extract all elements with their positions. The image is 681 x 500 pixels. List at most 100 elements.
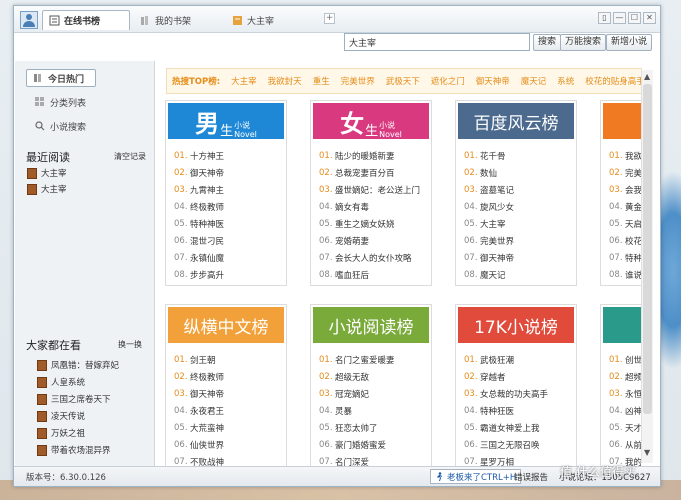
rank-item[interactable]: 01. 花千骨 [464,147,572,164]
rank-item[interactable]: 02. 超级无敌 [319,368,427,385]
popular-book[interactable]: 万妖之祖 [37,427,85,439]
rank-item[interactable]: 04. 凶神 [609,402,641,419]
rank-item[interactable]: 01. 十方神王 [174,147,282,164]
rank-item[interactable]: 08. 步步高升 [174,266,282,283]
rank-item[interactable]: 06. 三国之无限召唤 [464,436,572,453]
rank-item[interactable]: 04. 终极教师 [174,198,282,215]
scroll-up-icon[interactable]: ▲ [644,72,650,81]
maximize-button[interactable]: ☐ [628,12,641,24]
rank-item[interactable]: 08. 嗜血狂后 [319,266,427,283]
rank-item[interactable]: 03. 永恒 [609,385,641,402]
minimize-button[interactable]: — [613,12,626,24]
refresh-popular-link[interactable]: 换一换 [118,339,142,350]
rank-item[interactable]: 03. 盗墓笔记 [464,181,572,198]
rank-item[interactable]: 06. 校花 [609,232,641,249]
tab-my-shelf[interactable]: 我的书架 [134,10,197,30]
scroll-thumb[interactable] [643,84,652,414]
card-header[interactable]: 纵横中文榜 [168,307,284,343]
recent-book[interactable]: 大主宰 [27,183,67,195]
rank-item[interactable]: 06. 豪门婚婚蜜爱 [319,436,427,453]
search-input[interactable]: 大主宰 [344,33,530,51]
hot-keyword[interactable]: 大主宰 [231,75,257,87]
hot-keyword[interactable]: 遮化之门 [431,75,465,87]
new-tab-button[interactable]: + [324,13,335,24]
hot-keyword[interactable]: 完美世界 [341,75,375,87]
rank-item[interactable]: 08. 魔天记 [464,266,572,283]
card-header[interactable]: 起点 [603,103,641,139]
rank-item[interactable]: 01. 陆少的暖婚新妻 [319,147,427,164]
rank-item[interactable]: 04. 旋风少女 [464,198,572,215]
rank-item[interactable]: 02. 总裁宠妻百分百 [319,164,427,181]
rank-item[interactable]: 07. 星罗万相 [464,453,572,467]
card-header[interactable]: 女生小说 Novel [313,103,429,139]
card-header[interactable]: 百度风云榜 [458,103,574,139]
card-header[interactable]: 17K小说榜 [458,307,574,343]
rank-item[interactable]: 02. 终极教师 [174,368,282,385]
close-button[interactable]: ✕ [643,12,656,24]
scrollbar[interactable]: ▲ ▼ [641,70,653,463]
rank-item[interactable]: 03. 会我 [609,181,641,198]
rank-item[interactable]: 03. 盛世嫡妃：老公送上门 [319,181,427,198]
rank-item[interactable]: 02. 御天神帝 [174,164,282,181]
hot-keyword[interactable]: 御天神帝 [476,75,510,87]
nav-today-hot[interactable]: 今日热门 [26,69,96,87]
rank-item[interactable]: 05. 大主宰 [464,215,572,232]
rank-item[interactable]: 03. 女总裁的功夫高手 [464,385,572,402]
rank-item[interactable]: 02. 超频 [609,368,641,385]
hot-keyword[interactable]: 系统 [557,75,574,87]
rank-item[interactable]: 02. 穿越者 [464,368,572,385]
recent-book[interactable]: 大主宰 [27,167,67,179]
rank-item[interactable]: 07. 御天神帝 [464,249,572,266]
popular-book[interactable]: 凌天传说 [37,410,85,422]
rank-item[interactable]: 03. 冠宠嫡妃 [319,385,427,402]
rank-item[interactable]: 04. 灵暴 [319,402,427,419]
hot-keyword[interactable]: 重生 [313,75,330,87]
rank-item[interactable]: 05. 特种神医 [174,215,282,232]
rank-item[interactable]: 07. 名门深爱 [319,453,427,467]
rank-item[interactable]: 04. 黄金 [609,198,641,215]
search-button[interactable]: 搜索 [533,34,562,51]
rank-item[interactable]: 05. 天启 [609,215,641,232]
rank-item[interactable]: 05. 霸道女神爱上我 [464,419,572,436]
rank-item[interactable]: 07. 会长大人的女仆攻略 [319,249,427,266]
rank-item[interactable]: 01. 名门之蜜爱暖妻 [319,351,427,368]
popular-book[interactable]: 人皇系统 [37,376,85,388]
hot-keyword[interactable]: 我欲封天 [268,75,302,87]
rank-item[interactable]: 05. 重生之嫡女妖娆 [319,215,427,232]
rank-item[interactable]: 02. 数仙 [464,164,572,181]
rank-item[interactable]: 01. 我欲 [609,147,641,164]
rank-item[interactable]: 01. 武极狂潮 [464,351,572,368]
rank-item[interactable]: 06. 完美世界 [464,232,572,249]
rank-item[interactable]: 08. 谁说 [609,266,641,283]
rank-item[interactable]: 01. 剑王朝 [174,351,282,368]
nav-search[interactable]: 小说搜索 [35,117,86,135]
card-header[interactable]: 小说阅读榜 [313,307,429,343]
hot-keyword[interactable]: 魔天记 [521,75,547,87]
rank-item[interactable]: 06. 宠婚萌妻 [319,232,427,249]
rank-item[interactable]: 03. 御天神帝 [174,385,282,402]
card-header[interactable]: 创世 [603,307,641,343]
nav-category[interactable]: 分类列表 [35,93,86,111]
clear-history-link[interactable]: 清空记录 [114,151,146,162]
rank-item[interactable]: 04. 特种狂医 [464,402,572,419]
rank-item[interactable]: 01. 创世 [609,351,641,368]
popular-book[interactable]: 带着农场混异界 [37,444,111,456]
hot-keyword[interactable]: 校花的贴身高手 [585,75,641,87]
rank-item[interactable]: 02. 完美 [609,164,641,181]
card-header[interactable]: 男生小说 Novel [168,103,284,139]
rank-item[interactable]: 07. 永镇仙魔 [174,249,282,266]
hot-keyword[interactable]: 武极天下 [386,75,420,87]
rank-item[interactable]: 07. 不败战神 [174,453,282,467]
popular-book[interactable]: 三国之席卷天下 [37,393,111,405]
boss-key-button[interactable]: 老板来了CTRL+H [430,469,522,484]
scroll-down-icon[interactable]: ▼ [644,448,650,457]
rank-item[interactable]: 03. 九霄神主 [174,181,282,198]
rank-item[interactable]: 06. 仙侠世界 [174,436,282,453]
user-avatar[interactable] [20,11,38,29]
rank-item[interactable]: 06. 混世刁民 [174,232,282,249]
rank-item[interactable]: 06. 从前 [609,436,641,453]
rank-item[interactable]: 05. 天才 [609,419,641,436]
rank-item[interactable]: 04. 永夜君王 [174,402,282,419]
rank-item[interactable]: 05. 大荒蛮神 [174,419,282,436]
rank-item[interactable]: 07. 特种 [609,249,641,266]
